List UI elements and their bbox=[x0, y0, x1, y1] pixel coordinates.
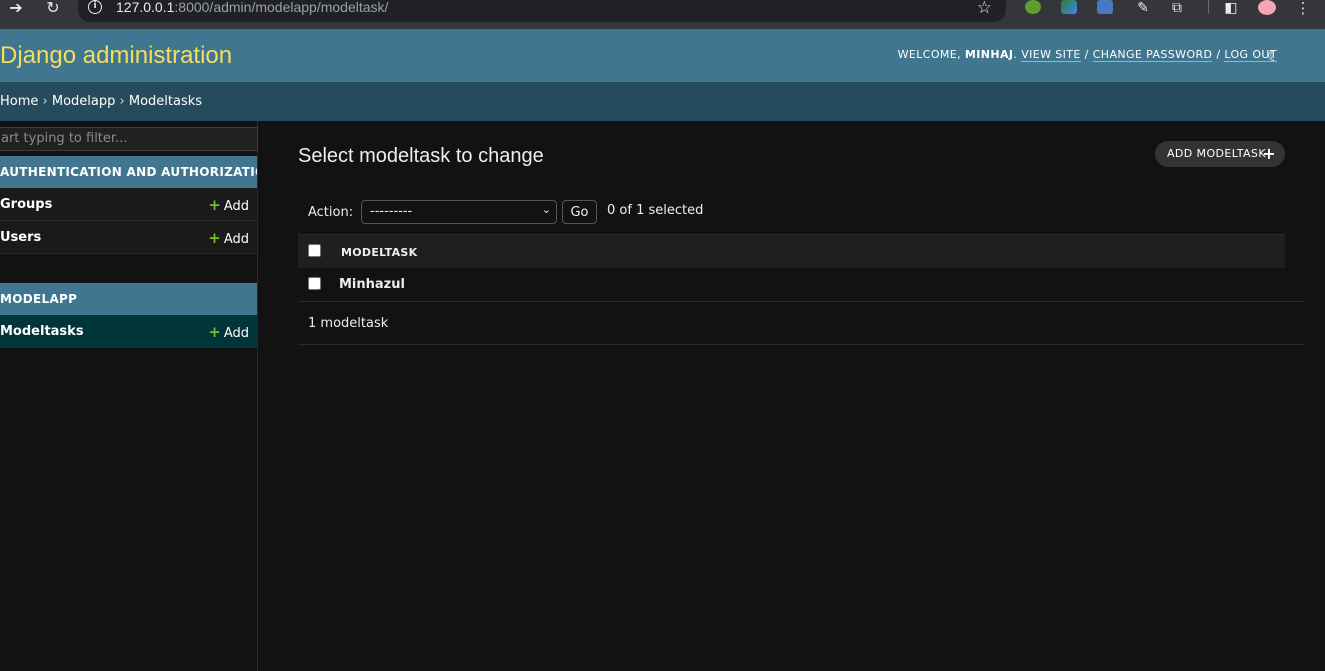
breadcrumb: Home › Modelapp › Modeltasks bbox=[0, 82, 1325, 121]
action-label: Action: bbox=[308, 205, 354, 220]
plus-icon: + bbox=[208, 323, 221, 341]
table-header: MODELTASK bbox=[298, 234, 1285, 268]
change-password-link[interactable]: CHANGE PASSWORD bbox=[1092, 48, 1213, 62]
sidebar-item-label[interactable]: Users bbox=[0, 230, 41, 245]
sidebar-item-label[interactable]: Groups bbox=[0, 197, 52, 212]
breadcrumb-app[interactable]: Modelapp bbox=[52, 94, 116, 109]
plus-icon: + bbox=[208, 229, 221, 247]
url-text: 127.0.0.1:8000/admin/modelapp/modeltask/ bbox=[116, 0, 388, 15]
add-label: Add bbox=[223, 326, 249, 341]
column-header-modeltask[interactable]: MODELTASK bbox=[341, 246, 417, 259]
row-checkbox[interactable] bbox=[308, 277, 321, 290]
plus-icon: + bbox=[1262, 144, 1276, 163]
breadcrumb-current: Modeltasks bbox=[128, 94, 203, 109]
go-button[interactable]: Go bbox=[562, 200, 597, 224]
kebab-menu-icon[interactable]: ⋮ bbox=[1291, 0, 1315, 18]
add-groups-link[interactable]: + Add bbox=[208, 196, 249, 214]
welcome-text: WELCOME, bbox=[897, 48, 962, 61]
view-site-link[interactable]: VIEW SITE bbox=[1021, 48, 1081, 62]
sidebar-item-groups[interactable]: Groups + Add bbox=[0, 188, 257, 221]
app-caption-auth[interactable]: AUTHENTICATION AND AUTHORIZATION bbox=[0, 156, 257, 188]
table-row: Minhazul bbox=[298, 268, 1305, 302]
url-host: 127.0.0.1 bbox=[116, 0, 175, 15]
nav-filter-input[interactable]: art typing to filter... bbox=[0, 127, 258, 151]
nav-sidebar: art typing to filter... AUTHENTICATION A… bbox=[0, 121, 258, 671]
action-select-value: --------- bbox=[370, 204, 413, 219]
extension-plus-icon[interactable] bbox=[1025, 0, 1041, 14]
username: MINHAJ bbox=[964, 48, 1014, 61]
browser-toolbar: ➔ ↻ i 127.0.0.1:8000/admin/modelapp/mode… bbox=[0, 0, 1325, 29]
row-link[interactable]: Minhazul bbox=[339, 277, 405, 292]
theme-toggle-moon-icon[interactable]: ☾ bbox=[1267, 47, 1285, 65]
breadcrumb-home[interactable]: Home bbox=[0, 94, 38, 109]
user-tools: WELCOME, MINHAJ. VIEW SITE / CHANGE PASS… bbox=[897, 48, 1277, 62]
admin-header: Django administration WELCOME, MINHAJ. V… bbox=[0, 29, 1325, 82]
site-branding[interactable]: Django administration bbox=[0, 42, 232, 70]
add-modeltasks-link[interactable]: + Add bbox=[208, 323, 249, 341]
sidebar-item-users[interactable]: Users + Add bbox=[0, 221, 257, 254]
sidebar-item-label[interactable]: Modeltasks bbox=[0, 324, 84, 339]
plus-icon: + bbox=[208, 196, 221, 214]
breadcrumb-separator: › bbox=[42, 94, 48, 109]
sidebar-item-modeltasks[interactable]: Modeltasks + Add bbox=[0, 315, 257, 348]
bookmark-star-icon[interactable]: ☆ bbox=[977, 0, 992, 18]
add-modeltask-label: ADD MODELTASK bbox=[1167, 147, 1266, 160]
add-label: Add bbox=[223, 232, 249, 247]
side-panel-icon[interactable]: ◧ bbox=[1219, 0, 1243, 18]
reload-icon[interactable]: ↻ bbox=[41, 0, 65, 18]
address-bar[interactable]: i 127.0.0.1:8000/admin/modelapp/modeltas… bbox=[78, 0, 1006, 22]
action-select[interactable]: --------- ⌄ bbox=[361, 200, 557, 224]
site-info-icon[interactable]: i bbox=[88, 0, 102, 14]
toolbar-divider bbox=[1208, 0, 1209, 14]
add-label: Add bbox=[223, 199, 249, 214]
paginator: 1 modeltask bbox=[298, 302, 1305, 345]
breadcrumb-separator: › bbox=[119, 94, 125, 109]
url-path: :8000/admin/modelapp/modeltask/ bbox=[174, 0, 389, 15]
add-modeltask-button[interactable]: ADD MODELTASK + bbox=[1155, 141, 1285, 167]
app-caption-modelapp[interactable]: MODELAPP bbox=[0, 283, 257, 315]
actions-bar: Action: --------- ⌄ Go 0 of 1 selected bbox=[298, 193, 1305, 233]
selected-count: 0 of 1 selected bbox=[607, 203, 704, 218]
forward-arrow-icon[interactable]: ➔ bbox=[4, 0, 28, 18]
extension-drive-icon[interactable] bbox=[1061, 0, 1077, 14]
chevron-down-icon: ⌄ bbox=[541, 203, 551, 216]
extension-translate-icon[interactable] bbox=[1097, 0, 1113, 14]
result-count: 1 modeltask bbox=[308, 316, 389, 331]
select-all-checkbox[interactable] bbox=[308, 244, 321, 257]
extensions-puzzle-icon[interactable]: ⧉ bbox=[1165, 0, 1189, 18]
eyedropper-icon[interactable]: ✎ bbox=[1131, 0, 1155, 18]
add-users-link[interactable]: + Add bbox=[208, 229, 249, 247]
profile-avatar-icon[interactable] bbox=[1258, 0, 1276, 15]
page-title: Select modeltask to change bbox=[298, 145, 544, 167]
